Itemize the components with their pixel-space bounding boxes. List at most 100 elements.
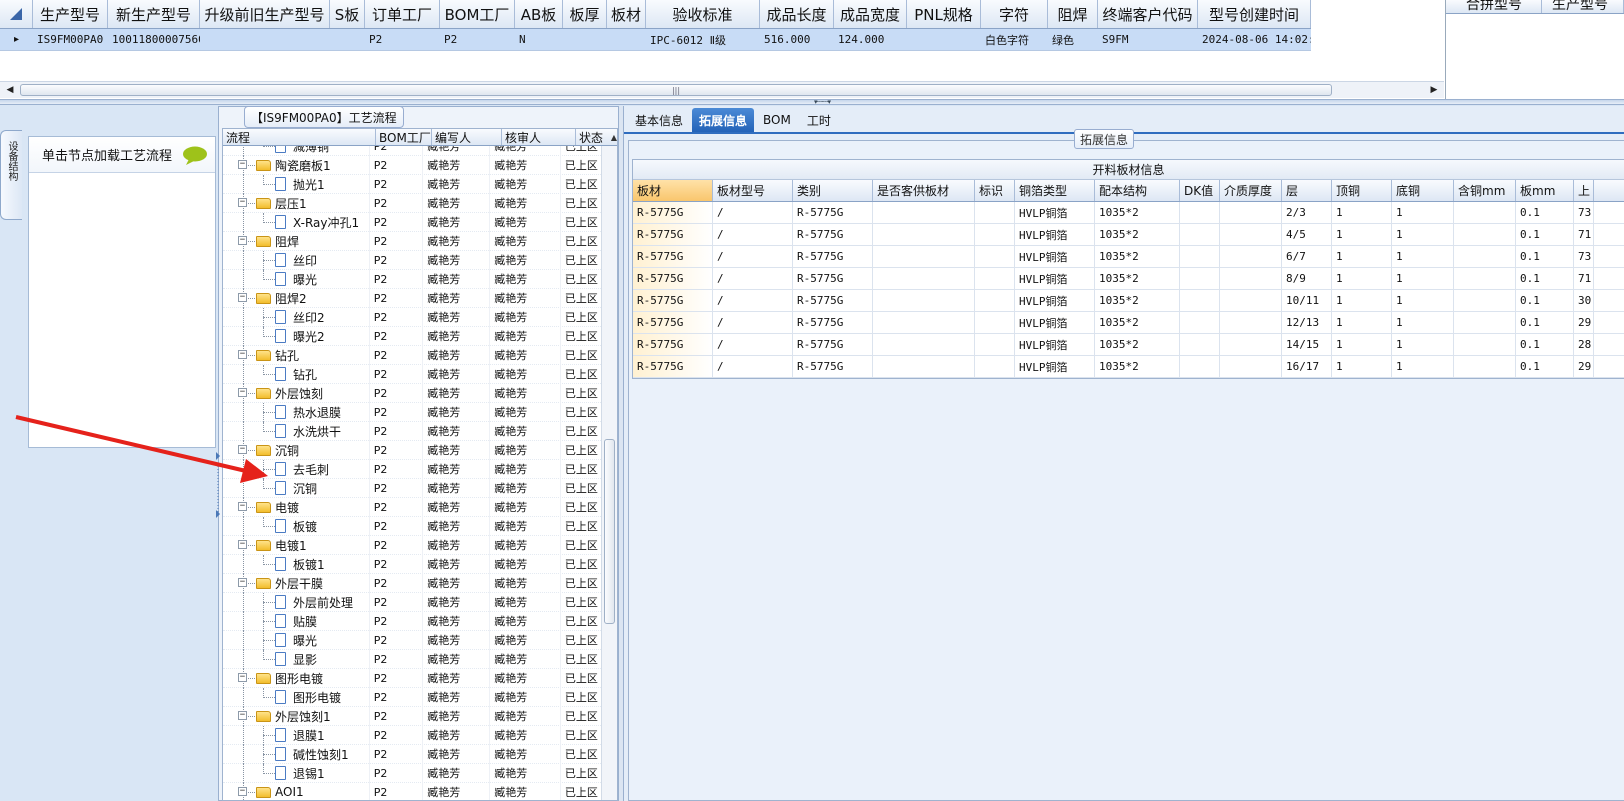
- board-cell[interactable]: [1454, 334, 1516, 355]
- grid-cell[interactable]: IS9FM00PA0: [33, 29, 108, 50]
- process-row[interactable]: − 沉铜 P2 臧艳芳 臧艳芳 已上区: [223, 440, 603, 460]
- board-cell[interactable]: R-5775G: [793, 224, 873, 245]
- board-cell[interactable]: R-5775G: [633, 202, 713, 223]
- process-cell-status[interactable]: 已上区: [559, 478, 603, 498]
- grid-cell[interactable]: P2: [365, 29, 440, 50]
- col-header[interactable]: 板厚: [563, 0, 607, 28]
- board-cell[interactable]: 14/15: [1282, 334, 1332, 355]
- process-cell-status[interactable]: 已上区: [559, 307, 603, 327]
- process-row[interactable]: 板镀1 P2 臧艳芳 臧艳芳 已上区: [223, 554, 603, 574]
- board-cell[interactable]: [975, 312, 1015, 333]
- col-header[interactable]: 介质厚度: [1220, 180, 1282, 201]
- sort-up-icon[interactable]: ▲: [611, 133, 617, 142]
- process-cell-reviewer[interactable]: 臧艳芳: [489, 478, 560, 498]
- board-cell[interactable]: HVLP铜箔: [1015, 290, 1095, 311]
- process-row[interactable]: 沉铜 P2 臧艳芳 臧艳芳 已上区: [223, 478, 603, 498]
- process-cell-bom[interactable]: P2: [368, 744, 423, 764]
- col-header[interactable]: 字符: [981, 0, 1048, 28]
- process-row[interactable]: − 钻孔 P2 臧艳芳 臧艳芳 已上区: [223, 345, 603, 365]
- board-cell[interactable]: 1: [1392, 202, 1454, 223]
- tree-node[interactable]: 外层前处理: [223, 592, 369, 612]
- process-row[interactable]: − 阻焊2 P2 臧艳芳 臧艳芳 已上区: [223, 288, 603, 308]
- process-cell-bom[interactable]: P2: [368, 782, 423, 800]
- board-cell[interactable]: HVLP铜箔: [1015, 246, 1095, 267]
- process-cell-status[interactable]: 已上区: [559, 744, 603, 764]
- process-cell-status[interactable]: 已上区: [559, 402, 603, 422]
- board-cell[interactable]: HVLP铜箔: [1015, 356, 1095, 377]
- process-cell-writer[interactable]: 臧艳芳: [422, 763, 489, 783]
- tree-node[interactable]: 碱性蚀刻1: [223, 744, 369, 764]
- board-cell[interactable]: 30: [1574, 290, 1594, 311]
- grid-cell[interactable]: S9FM: [1098, 29, 1198, 50]
- board-row[interactable]: R-5775G / R-5775G HVLP铜箔 1035*2 4/5 1 1 0.1 71: [633, 224, 1624, 246]
- collapse-toggle-icon[interactable]: −: [238, 672, 247, 682]
- process-cell-bom[interactable]: P2: [368, 326, 423, 346]
- process-cell-status[interactable]: 已上区: [559, 421, 603, 441]
- board-cell[interactable]: 1: [1332, 224, 1392, 245]
- process-cell-reviewer[interactable]: 臧艳芳: [489, 212, 560, 232]
- process-cell-writer[interactable]: 臧艳芳: [422, 668, 489, 688]
- splitter-grip-icon[interactable]: ▾·········▾: [792, 99, 852, 106]
- process-row[interactable]: − 电镀1 P2 臧艳芳 臧艳芳 已上区: [223, 535, 603, 555]
- process-cell-writer[interactable]: 臧艳芳: [422, 592, 489, 612]
- process-row[interactable]: − 阻焊 P2 臧艳芳 臧艳芳 已上区: [223, 231, 603, 251]
- board-cell[interactable]: 1: [1332, 268, 1392, 289]
- board-cell[interactable]: [1220, 312, 1282, 333]
- board-cell[interactable]: [1454, 246, 1516, 267]
- col-header[interactable]: 层: [1282, 180, 1332, 201]
- process-cell-writer[interactable]: 臧艳芳: [422, 782, 489, 800]
- board-row[interactable]: R-5775G / R-5775G HVLP铜箔 1035*2 12/13 1 1 0.1 29: [633, 312, 1624, 334]
- tree-node[interactable]: 沉铜: [223, 478, 369, 498]
- process-cell-writer[interactable]: 臧艳芳: [422, 364, 489, 384]
- process-cell-writer[interactable]: 臧艳芳: [422, 478, 489, 498]
- board-cell[interactable]: 1035*2: [1095, 334, 1180, 355]
- process-cell-status[interactable]: 已上区: [559, 554, 603, 574]
- board-cell[interactable]: [873, 356, 975, 377]
- tree-node[interactable]: − 钻孔: [223, 345, 369, 365]
- col-header[interactable]: 终端客户代码: [1098, 0, 1198, 28]
- process-cell-status[interactable]: 已上区: [559, 155, 603, 175]
- board-cell[interactable]: 29: [1574, 312, 1594, 333]
- col-header[interactable]: 型号创建时间: [1198, 0, 1311, 28]
- process-cell-status[interactable]: 已上区: [559, 231, 603, 251]
- process-cell-reviewer[interactable]: 臧艳芳: [489, 402, 560, 422]
- process-row[interactable]: 退锡1 P2 臧艳芳 臧艳芳 已上区: [223, 763, 603, 783]
- board-cell[interactable]: 1: [1332, 290, 1392, 311]
- board-cell[interactable]: [873, 268, 975, 289]
- process-cell-bom[interactable]: P2: [368, 250, 423, 270]
- board-cell[interactable]: 1035*2: [1095, 246, 1180, 267]
- collapse-toggle-icon[interactable]: −: [238, 444, 247, 454]
- panel-resize-handle[interactable]: [216, 440, 220, 540]
- board-row[interactable]: R-5775G / R-5775G HVLP铜箔 1035*2 2/3 1 1 0.1 73: [633, 202, 1624, 224]
- tree-node[interactable]: − 图形电镀: [223, 668, 369, 688]
- process-row[interactable]: − 图形电镀 P2 臧艳芳 臧艳芳 已上区: [223, 668, 603, 688]
- process-cell-bom[interactable]: P2: [368, 402, 423, 422]
- process-row[interactable]: 退膜1 P2 臧艳芳 臧艳芳 已上区: [223, 725, 603, 745]
- process-cell-reviewer[interactable]: 臧艳芳: [489, 345, 560, 365]
- board-row[interactable]: R-5775G / R-5775G HVLP铜箔 1035*2 16/17 1 1 0.1 29: [633, 356, 1624, 378]
- process-cell-status[interactable]: 已上区: [559, 497, 603, 517]
- tree-node[interactable]: − AOI1: [223, 782, 369, 800]
- process-cell-bom[interactable]: P2: [368, 231, 423, 251]
- grid-cell[interactable]: 2024-08-06 14:02:30: [1198, 29, 1311, 50]
- process-cell-status[interactable]: 已上区: [559, 383, 603, 403]
- board-cell[interactable]: R-5775G: [633, 268, 713, 289]
- col-header[interactable]: 含铜mm: [1454, 180, 1516, 201]
- tree-node[interactable]: 水洗烘干: [223, 421, 369, 441]
- col-header[interactable]: 板材: [633, 180, 713, 201]
- process-cell-reviewer[interactable]: 臧艳芳: [489, 687, 560, 707]
- grid-cell[interactable]: 绿色: [1048, 29, 1098, 50]
- process-cell-status[interactable]: 已上区: [559, 364, 603, 384]
- collapse-toggle-icon[interactable]: −: [238, 501, 247, 511]
- board-cell[interactable]: R-5775G: [633, 312, 713, 333]
- board-cell[interactable]: [975, 246, 1015, 267]
- process-cell-reviewer[interactable]: 臧艳芳: [489, 573, 560, 593]
- col-header[interactable]: 底铜: [1392, 180, 1454, 201]
- process-row[interactable]: 水洗烘干 P2 臧艳芳 臧艳芳 已上区: [223, 421, 603, 441]
- board-cell[interactable]: R-5775G: [633, 334, 713, 355]
- process-cell-status[interactable]: 已上区: [559, 459, 603, 479]
- board-cell[interactable]: 1: [1332, 334, 1392, 355]
- process-cell-reviewer[interactable]: 臧艳芳: [489, 193, 560, 213]
- process-cell-reviewer[interactable]: 臧艳芳: [489, 307, 560, 327]
- tree-node[interactable]: 去毛刺: [223, 459, 369, 479]
